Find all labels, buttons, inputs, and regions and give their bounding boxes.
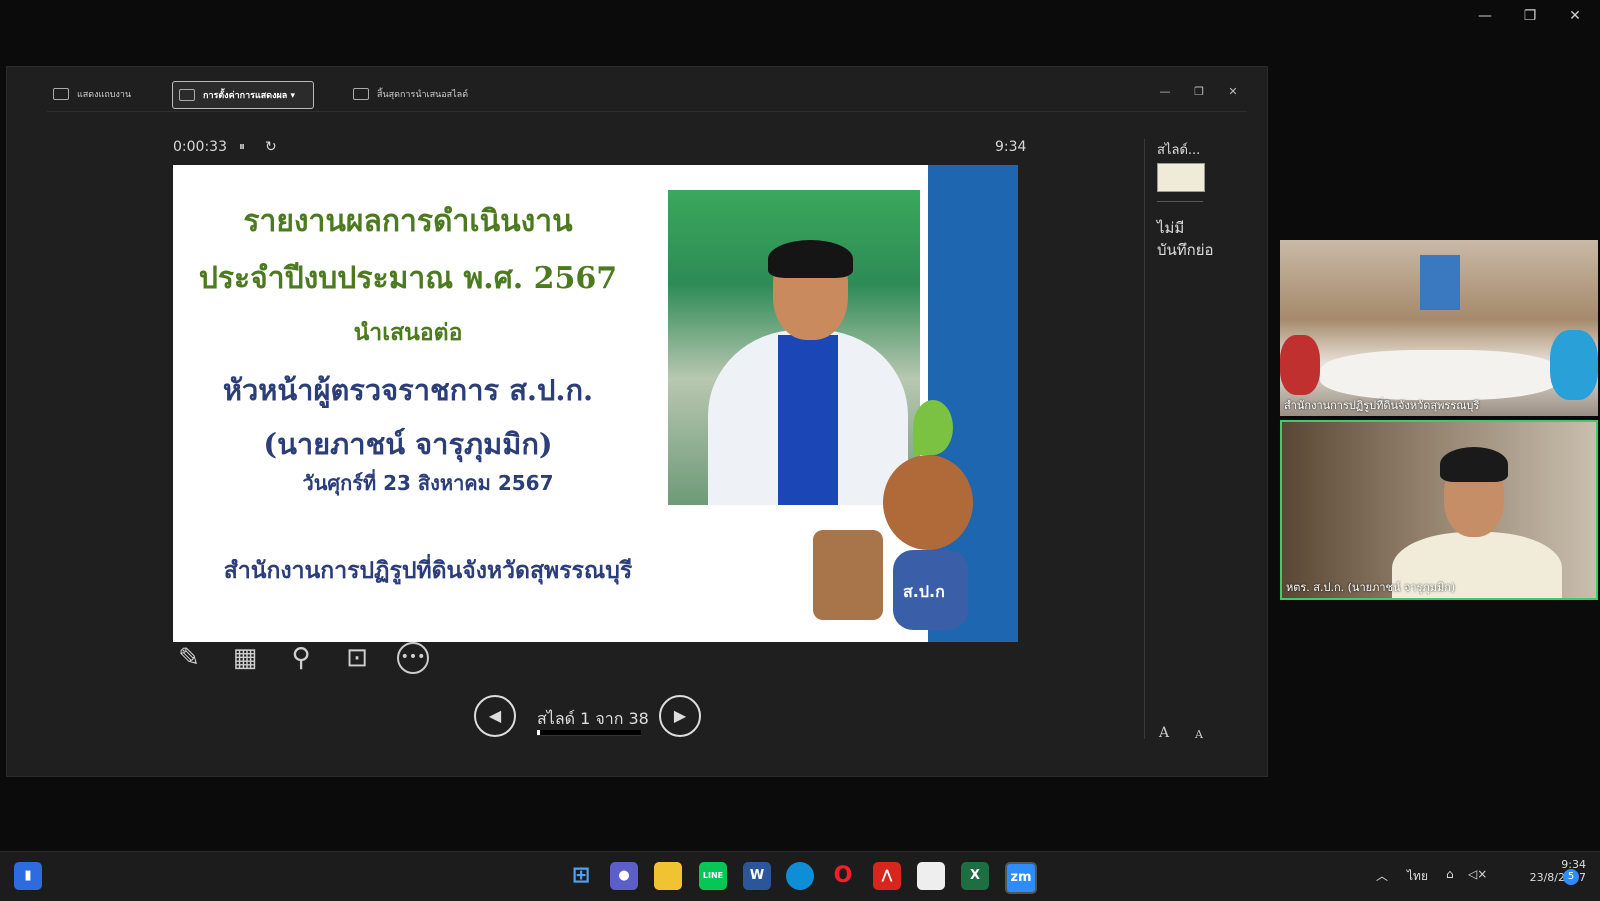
current-slide[interactable]: รายงานผลการดำเนินงาน ประจำปีงบประมาณ พ.ศ… <box>173 165 1018 642</box>
end-slideshow-icon <box>353 88 369 100</box>
excel-app-icon[interactable]: X <box>961 862 989 890</box>
zoom-app-icon[interactable]: zm <box>1005 862 1037 894</box>
input-language[interactable]: ไทย <box>1407 867 1428 886</box>
line-app-icon[interactable]: LINE <box>699 862 727 890</box>
slide-portrait-photo <box>668 190 920 505</box>
presenter-toolbar: แสดงแถบงาน การตั้งค่าการแสดงผล ▾ สิ้นสุด… <box>47 81 1247 112</box>
show-taskbar-label: แสดงแถบงาน <box>77 90 132 100</box>
display-settings-icon <box>179 89 195 101</box>
previous-slide-button[interactable]: ◀ <box>474 695 516 737</box>
sidebar-title: สไลด์... <box>1157 143 1201 158</box>
slide-recipient: หัวหน้าผู้ตรวจราชการ ส.ป.ก. <box>222 373 594 407</box>
display-settings-label: การตั้งค่าการแสดงผล ▾ <box>203 91 295 101</box>
windows-taskbar: ▮ ⊞ ● LINE W O ⋀ X zm ︿ ไทย ⌂ ◁× 9:34 23… <box>0 851 1600 901</box>
pdf-reader-icon[interactable]: ⋀ <box>873 862 901 890</box>
presenter-view-window: แสดงแถบงาน การตั้งค่าการแสดงผล ▾ สิ้นสุด… <box>6 66 1268 777</box>
show-taskbar-button[interactable]: แสดงแถบงาน <box>47 81 137 107</box>
zoom-magnifier-icon[interactable]: ⚲ <box>285 642 317 674</box>
slide-progress-fill <box>537 730 540 735</box>
clock: 9:34 <box>995 139 1027 155</box>
slide-subtitle: นำเสนอต่อ <box>353 319 463 346</box>
slide-title-line1: รายงานผลการดำเนินงาน <box>243 204 573 239</box>
slide-progress-bar <box>537 730 641 736</box>
video-tile-office[interactable]: สำนักงานการปฏิรูปที่ดินจังหวัดสุพรรณบุรี <box>1280 240 1598 416</box>
presenter-close-button[interactable]: ✕ <box>1223 85 1243 98</box>
speaker-notes: ไม่มีบันทึกย่อ <box>1157 219 1214 259</box>
file-explorer-icon[interactable] <box>654 862 682 890</box>
next-slide-button[interactable]: ▶ <box>659 695 701 737</box>
teams-chat-icon[interactable]: ● <box>610 862 638 890</box>
presenter-restore-button[interactable]: ❐ <box>1189 85 1209 98</box>
decrease-font-button[interactable]: A <box>1195 728 1203 741</box>
widgets-icon[interactable]: ▮ <box>14 862 42 890</box>
edge-browser-icon[interactable] <box>786 862 814 890</box>
all-slides-icon[interactable]: ▦ <box>229 642 261 674</box>
notepad-icon[interactable] <box>917 862 945 890</box>
start-button-icon[interactable]: ⊞ <box>567 862 595 890</box>
video-tile-inspector[interactable]: หตร. ส.ป.ก. (นายภาชน์ จารุภุมมิก) <box>1280 420 1598 600</box>
slide-title-line2: ประจำปีงบประมาณ พ.ศ. 2567 <box>198 261 618 296</box>
increase-font-button[interactable]: A <box>1159 725 1169 741</box>
end-slideshow-button[interactable]: สิ้นสุดการนำเสนอสไลด์ <box>347 81 474 107</box>
slide-office: สำนักงานการปฏิรูปที่ดินจังหวัดสุพรรณบุรี <box>223 557 633 584</box>
tray-chevron-icon[interactable]: ︿ <box>1376 867 1388 884</box>
pen-tool-icon[interactable]: ✎ <box>173 642 205 674</box>
os-close-button[interactable]: ✕ <box>1560 8 1590 24</box>
opera-browser-icon[interactable]: O <box>829 862 857 890</box>
black-screen-icon[interactable]: ⊡ <box>341 642 373 674</box>
word-app-icon[interactable]: W <box>743 862 771 890</box>
next-slide-thumbnail[interactable] <box>1157 163 1205 192</box>
slide-counter: สไลด์ 1 จาก 38 <box>537 709 649 728</box>
end-slideshow-label: สิ้นสุดการนำเสนอสไลด์ <box>377 90 469 100</box>
taskbar-icon <box>53 88 69 100</box>
video-tile-inspector-label: หตร. ส.ป.ก. (นายภาชน์ จารุภุมมิก) <box>1286 581 1456 594</box>
os-restore-button[interactable]: ❐ <box>1515 8 1545 24</box>
mascot-badge: ส.ป.ก <box>903 582 945 601</box>
display-settings-button[interactable]: การตั้งค่าการแสดงผล ▾ <box>172 81 314 109</box>
os-minimize-button[interactable]: — <box>1470 8 1500 24</box>
network-icon[interactable]: ⌂ <box>1446 867 1454 881</box>
next-slide-sidebar: สไลด์... ไม่มีบันทึกย่อ <box>1144 139 1235 739</box>
slide-recipient-name: (นายภาชน์ จารุภุมมิก) <box>263 427 553 461</box>
restart-timer-icon[interactable]: ↻ <box>265 139 277 155</box>
more-options-icon[interactable]: ••• <box>397 642 429 674</box>
volume-muted-icon[interactable]: ◁× <box>1468 867 1487 881</box>
elapsed-timer: 0:00:33 <box>173 139 227 155</box>
slide-date: วันศุกร์ที่ 23 สิงหาคม 2567 <box>302 471 554 495</box>
pause-timer-icon[interactable]: ⏸ <box>239 139 245 154</box>
video-tile-office-label: สำนักงานการปฏิรูปที่ดินจังหวัดสุพรรณบุรี <box>1284 399 1480 412</box>
notification-badge[interactable]: 5 <box>1563 869 1579 885</box>
presenter-minimize-button[interactable]: — <box>1155 85 1175 98</box>
